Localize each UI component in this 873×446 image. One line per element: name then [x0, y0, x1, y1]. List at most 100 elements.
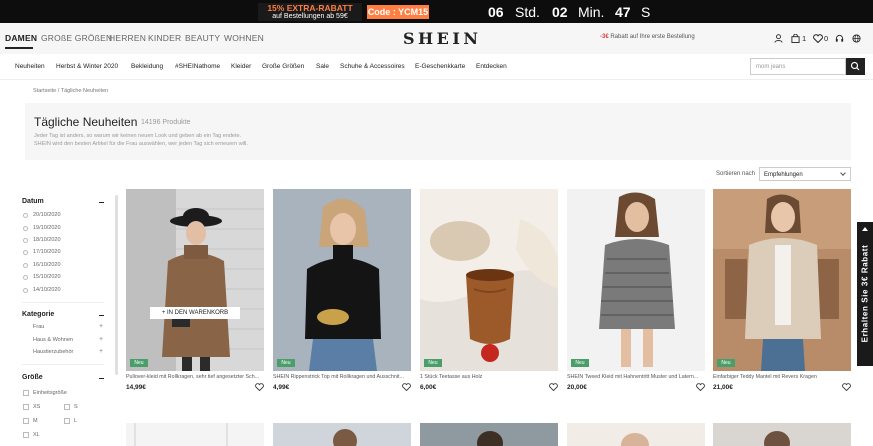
- product-title[interactable]: SHEIN Tweed Kleid mit Hahnentritt Muster…: [567, 374, 705, 380]
- size-checkbox[interactable]: [23, 418, 29, 424]
- product-image[interactable]: [273, 189, 411, 371]
- bag-icon[interactable]: [791, 34, 800, 43]
- nav-grosse-groessen[interactable]: Große Größen: [262, 63, 304, 70]
- date-radio[interactable]: [23, 263, 28, 268]
- filter-kategorie-title[interactable]: Kategorie: [22, 311, 54, 318]
- countdown-minutes-unit: Min.: [578, 4, 605, 20]
- product-image[interactable]: [273, 423, 411, 446]
- shipping-notice[interactable]: -3€ Rabatt auf Ihre erste Bestellung: [600, 34, 695, 40]
- nav-kleider[interactable]: Kleider: [231, 63, 251, 70]
- size-checkbox[interactable]: [64, 404, 70, 410]
- size-label[interactable]: Einheitsgröße: [33, 390, 67, 396]
- product-image[interactable]: [713, 423, 851, 446]
- date-option[interactable]: 18/10/2020: [33, 237, 61, 243]
- size-label[interactable]: XL: [33, 432, 40, 438]
- size-label[interactable]: S: [74, 404, 78, 410]
- date-radio[interactable]: [23, 213, 28, 218]
- category-damen[interactable]: DAMEN: [5, 33, 37, 43]
- category-option-frau[interactable]: Frau: [33, 324, 44, 330]
- date-radio[interactable]: [23, 226, 28, 231]
- headset-icon[interactable]: [835, 34, 844, 43]
- breadcrumb: Startseite / Tägliche Neuheiten: [33, 88, 108, 94]
- date-option[interactable]: 17/10/2020: [33, 249, 61, 255]
- product-image[interactable]: [126, 189, 264, 371]
- wishlist-heart-icon[interactable]: [255, 383, 264, 391]
- nav-entdecken[interactable]: Entdecken: [476, 63, 507, 70]
- date-option[interactable]: 15/10/2020: [33, 274, 61, 280]
- wishlist-heart-icon[interactable]: [842, 383, 851, 391]
- category-beauty[interactable]: BEAUTY: [185, 33, 220, 43]
- product-price: 14,99€: [126, 384, 146, 391]
- date-option[interactable]: 16/10/2020: [33, 262, 61, 268]
- product-title[interactable]: Pullover-kleid mit Rollkragen, sehr tief…: [126, 374, 264, 380]
- expand-icon[interactable]: +: [99, 336, 103, 343]
- nav-neuheiten[interactable]: Neuheiten: [15, 63, 45, 70]
- collapse-kategorie-icon[interactable]: [99, 315, 104, 316]
- category-wohnen[interactable]: WOHNEN: [224, 33, 264, 43]
- heart-icon[interactable]: [813, 34, 823, 43]
- add-to-cart-button[interactable]: + IN DEN WARENKORB: [150, 307, 240, 319]
- page-title: Tägliche Neuheiten: [34, 115, 138, 129]
- category-herren[interactable]: HERREN: [109, 33, 146, 43]
- product-image[interactable]: [126, 423, 264, 446]
- product-title[interactable]: SHEIN Rippenstrick Top mit Rollkragen un…: [273, 374, 411, 380]
- product-image[interactable]: [567, 423, 705, 446]
- active-category-underline: [5, 47, 33, 49]
- size-checkbox[interactable]: [23, 404, 29, 410]
- size-checkbox[interactable]: [23, 390, 29, 396]
- product-title[interactable]: 1 Stück Teetasse aus Holz: [420, 374, 558, 380]
- expand-icon[interactable]: +: [99, 323, 103, 330]
- size-label[interactable]: XS: [33, 404, 40, 410]
- nav-geschenkkarte[interactable]: E-Geschenkkarte: [415, 63, 465, 70]
- nav-schuhe-accessoires[interactable]: Schuhe & Accessoires: [340, 63, 405, 70]
- filter-scrollbar[interactable]: [115, 195, 118, 375]
- product-title[interactable]: Einfarbiger Teddy Mantel mit Revers Krag…: [713, 374, 851, 380]
- wishlist-heart-icon[interactable]: [696, 383, 705, 391]
- category-kinder[interactable]: KINDER: [148, 33, 181, 43]
- product-image[interactable]: [420, 423, 558, 446]
- filter-groesse-title[interactable]: Größe: [22, 374, 43, 381]
- page-description-line1: Jeder Tag ist anders, so warum wir keine…: [34, 133, 242, 139]
- date-radio[interactable]: [23, 250, 28, 255]
- date-radio[interactable]: [23, 275, 28, 280]
- product-image[interactable]: [420, 189, 558, 371]
- category-option-haus[interactable]: Haus & Wohnen: [33, 337, 73, 343]
- promo-bar[interactable]: 15% EXTRA-RABATT auf Bestellungen ab 59€…: [0, 0, 873, 23]
- shein-logo[interactable]: SHEIN: [403, 29, 481, 48]
- date-radio[interactable]: [23, 288, 28, 293]
- filter-datum-title[interactable]: Datum: [22, 198, 44, 205]
- search-button[interactable]: [846, 58, 865, 75]
- wishlist-heart-icon[interactable]: [549, 383, 558, 391]
- size-label[interactable]: M: [33, 418, 38, 424]
- search-icon: [850, 61, 860, 71]
- date-option[interactable]: 19/10/2020: [33, 225, 61, 231]
- main-nav: Neuheiten Herbst & Winter 2020 Bekleidun…: [0, 54, 873, 80]
- date-radio[interactable]: [23, 238, 28, 243]
- product-image[interactable]: [567, 189, 705, 371]
- category-option-haustier[interactable]: Haustierzubehör: [33, 349, 73, 355]
- size-checkbox[interactable]: [64, 418, 70, 424]
- category-grosse-groessen[interactable]: GROßE GRÖßEN: [41, 33, 112, 43]
- wishlist-heart-icon[interactable]: [402, 383, 411, 391]
- promo-code: Code : YCM15: [367, 5, 429, 19]
- nav-herbst-winter[interactable]: Herbst & Winter 2020: [56, 63, 118, 70]
- product-price: 4,99€: [273, 384, 290, 391]
- sort-select[interactable]: Empfehlungen: [759, 167, 851, 181]
- size-checkbox[interactable]: [23, 432, 29, 438]
- expand-icon[interactable]: +: [99, 348, 103, 355]
- search-input[interactable]: mom jeans: [750, 58, 846, 75]
- date-option[interactable]: 20/10/2020: [33, 212, 61, 218]
- globe-icon[interactable]: [852, 34, 861, 43]
- product-image[interactable]: [713, 189, 851, 371]
- nav-bekleidung[interactable]: Bekleidung: [131, 63, 163, 70]
- collapse-groesse-icon[interactable]: [99, 378, 104, 379]
- nav-sale[interactable]: Sale: [316, 63, 329, 70]
- date-option[interactable]: 14/10/2020: [33, 287, 61, 293]
- nav-sheinathome[interactable]: #SHEINathome: [175, 63, 220, 70]
- collapse-datum-icon[interactable]: [99, 202, 104, 203]
- breadcrumb-home[interactable]: Startseite: [33, 88, 56, 94]
- countdown-hours-unit: Std.: [515, 4, 540, 20]
- discount-side-tab[interactable]: Erhalten Sie 3€ Rabatt: [857, 222, 873, 366]
- user-icon[interactable]: [774, 34, 783, 43]
- size-label[interactable]: L: [74, 418, 77, 424]
